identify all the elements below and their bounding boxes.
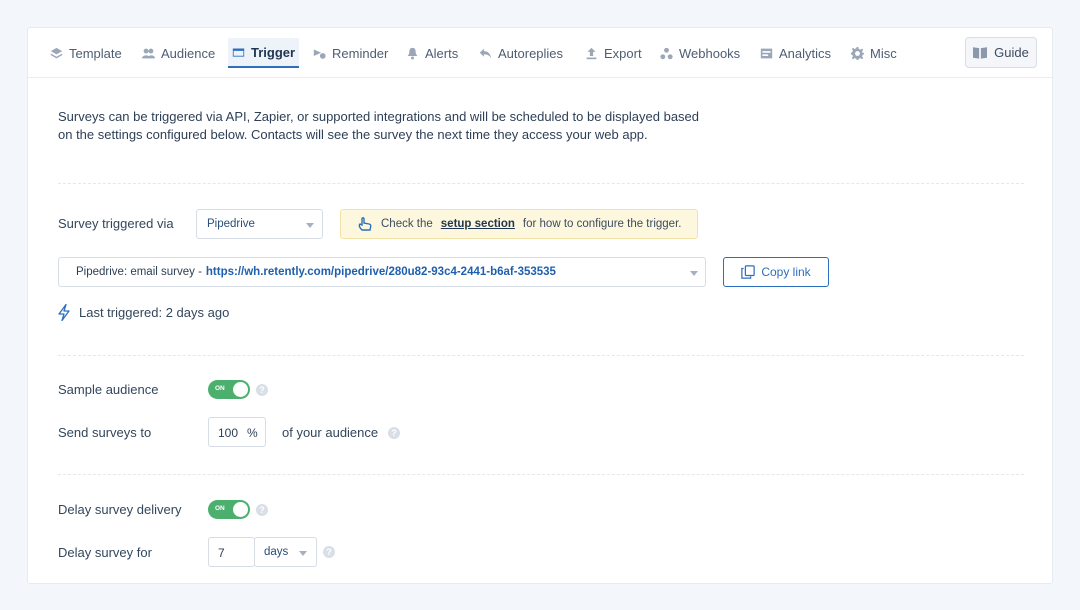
card-icon [232,47,245,57]
tab-label: Audience [161,45,216,61]
delay-value: 7 [218,546,225,560]
analytics-icon [760,48,773,58]
chevron-down-icon [306,223,314,228]
tab-analytics[interactable]: Analytics [760,38,831,68]
users-icon [142,48,155,58]
tab-bar: Template Audience Trigger Reminder Alert… [28,28,1052,78]
intro-text: Surveys can be triggered via API, Zapier… [58,109,700,142]
tab-reminder[interactable]: Reminder [313,38,388,68]
chevron-down-icon [299,551,307,556]
toggle-text: ON [215,505,225,512]
notice-prefix: Check the [381,218,433,230]
gear-icon [851,46,864,60]
divider [58,355,1024,356]
layers-icon [50,47,63,58]
tab-label: Misc [870,45,897,61]
toggle-knob [233,382,248,397]
settings-card: Template Audience Trigger Reminder Alert… [27,27,1053,584]
webhook-url: https://wh.retently.com/pipedrive/280u82… [205,266,556,278]
tab-template[interactable]: Template [50,38,122,68]
help-icon[interactable]: ? [256,504,268,516]
delay-delivery-toggle[interactable]: ON [208,500,250,519]
trigger-source-value: Pipedrive [207,218,255,230]
percent-unit: % [247,426,258,440]
toggle-knob [233,502,248,517]
chevron-down-icon [690,271,698,276]
tab-label: Analytics [779,45,832,61]
percent-value: 100 [218,426,239,440]
delay-for-label: Delay survey for [58,545,152,560]
sample-audience-toggle[interactable]: ON [208,380,250,399]
tab-export[interactable]: Export [585,38,642,68]
copy-icon [741,265,756,279]
tab-label: Export [604,45,642,61]
help-icon[interactable]: ? [388,427,400,439]
tab-alerts[interactable]: Alerts [406,38,458,68]
audience-suffix: of your audience [282,425,379,440]
copy-link-button[interactable]: Copy link [723,257,829,287]
tab-label: Webhooks [679,45,741,61]
tab-label: Trigger [251,44,296,60]
lightning-icon [58,304,70,321]
tab-label: Template [69,45,122,61]
delay-value-input[interactable]: 7 [208,537,255,567]
tab-autoreplies[interactable]: Autoreplies [479,38,563,68]
reply-icon [479,48,492,58]
copy-label: Copy link [761,265,811,279]
delay-unit: days [264,546,289,558]
delay-unit-select[interactable]: days [254,537,317,567]
help-icon[interactable]: ? [323,546,335,558]
webhooks-icon [660,47,673,59]
tab-label: Alerts [425,45,459,61]
setup-notice: Check the setup section for how to confi… [340,209,698,239]
webhook-select[interactable]: Pipedrive: email survey - https://wh.ret… [58,257,706,287]
guide-label: Guide [994,45,1029,60]
notice-suffix: for how to configure the trigger. [522,218,682,230]
sample-audience-label: Sample audience [58,382,159,397]
webhook-name: Pipedrive: email survey - [76,266,202,278]
percent-input[interactable]: 100 % [208,417,266,447]
upload-icon [586,47,597,59]
tab-label: Reminder [332,45,389,61]
reminder-icon [313,48,326,59]
delay-delivery-label: Delay survey delivery [58,502,182,517]
send-surveys-label: Send surveys to [58,425,152,440]
toggle-text: ON [215,385,225,392]
trigger-source-select[interactable]: Pipedrive [196,209,323,239]
setup-section-link[interactable]: setup section [441,218,515,230]
tab-webhooks[interactable]: Webhooks [660,38,740,68]
help-icon[interactable]: ? [256,384,268,396]
guide-button[interactable]: Guide [965,37,1037,68]
tab-misc[interactable]: Misc [851,38,897,68]
book-icon [973,47,988,59]
tab-audience[interactable]: Audience [142,38,215,68]
hand-pointer-icon [358,217,372,231]
last-triggered: Last triggered: 2 days ago [79,305,230,320]
tab-label: Autoreplies [498,45,564,61]
bell-icon [407,47,418,59]
trigger-label: Survey triggered via [58,216,174,231]
divider [58,474,1024,475]
tab-trigger[interactable]: Trigger [228,38,300,68]
divider [58,183,1024,184]
